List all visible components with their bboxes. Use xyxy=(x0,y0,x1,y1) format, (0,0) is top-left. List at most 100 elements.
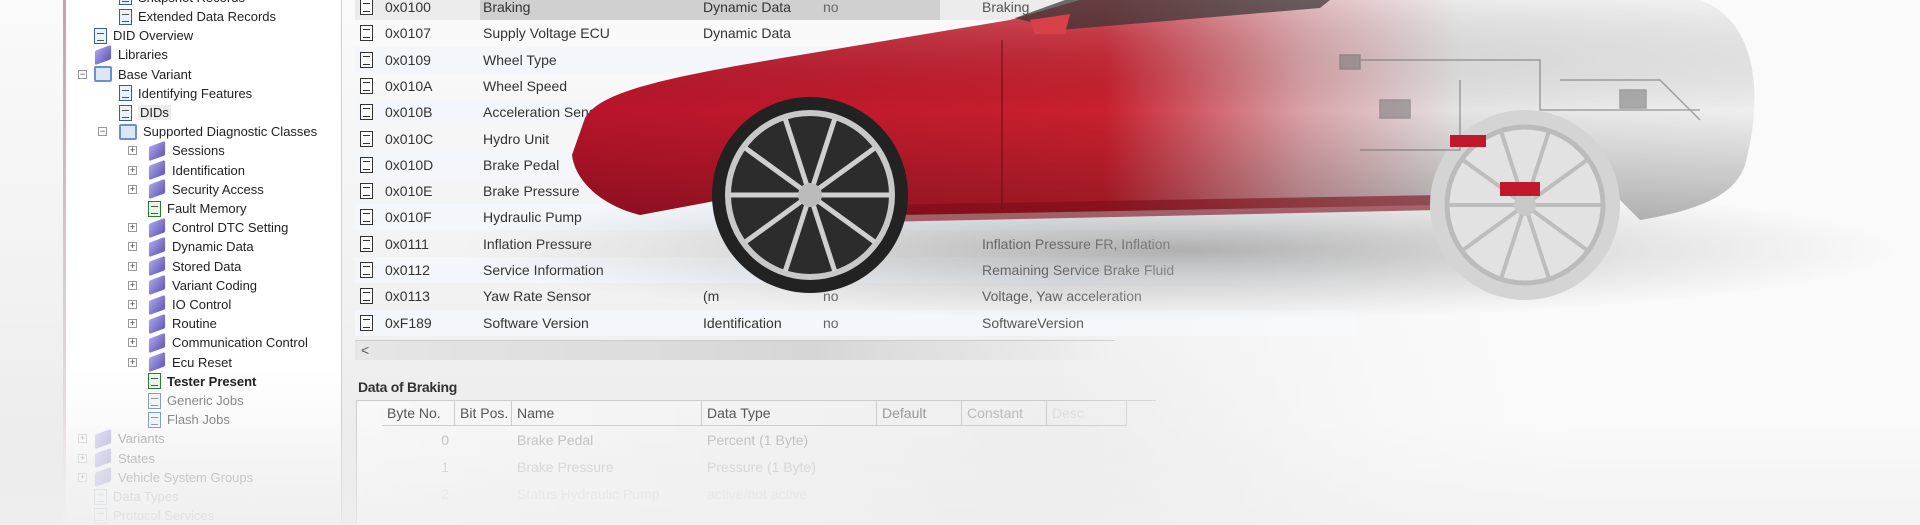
did-flag xyxy=(820,47,940,73)
did-flag xyxy=(820,73,940,99)
did-document-icon xyxy=(360,51,373,68)
expand-icon[interactable]: + xyxy=(128,300,137,309)
book-icon xyxy=(148,179,166,200)
tree-item-label: Generic Jobs xyxy=(167,393,244,408)
tree-item[interactable]: − Supported Diagnostic Classes xyxy=(66,122,342,141)
expand-icon[interactable]: + xyxy=(128,338,137,348)
expand-icon[interactable]: + xyxy=(128,146,137,156)
did-document-icon xyxy=(360,130,373,147)
tree-item-label: Communication Control xyxy=(172,335,308,351)
book-icon xyxy=(148,140,166,162)
tree-item-label: Routine xyxy=(172,316,217,332)
book-icon xyxy=(148,159,166,181)
job-document-icon xyxy=(148,392,161,409)
expand-icon[interactable]: + xyxy=(128,223,137,233)
did-document-icon xyxy=(360,0,373,15)
did-name: Brake Pedal xyxy=(483,156,560,173)
document-icon xyxy=(119,85,132,102)
open-book-icon xyxy=(119,123,137,140)
tree-item[interactable]: + Security Access xyxy=(66,179,342,200)
tree-item[interactable]: DIDs xyxy=(66,103,342,122)
tree-item[interactable]: Tester Present xyxy=(66,372,342,391)
tree-item[interactable]: + Control DTC Setting xyxy=(66,217,342,238)
tree-item-label: Supported Diagnostic Classes xyxy=(143,124,318,140)
tree-item-label: Extended Data Records xyxy=(138,9,277,24)
tree-item[interactable]: + IO Control xyxy=(66,294,342,315)
did-class xyxy=(700,178,820,204)
book-icon xyxy=(148,313,166,334)
green-document-icon xyxy=(148,200,161,217)
expand-icon[interactable]: + xyxy=(128,357,137,367)
expand-icon[interactable]: + xyxy=(128,280,137,290)
open-book-icon xyxy=(94,66,112,83)
tree-item[interactable]: DID Overview xyxy=(66,26,342,45)
detail-title: Data of Braking xyxy=(358,379,457,395)
tree-item[interactable]: + Variant Coding xyxy=(66,275,342,296)
tree-item[interactable]: Identifying Features xyxy=(66,84,342,103)
expand-icon[interactable]: + xyxy=(128,261,137,271)
did-document-icon xyxy=(360,25,373,42)
did-id: 0x0112 xyxy=(385,262,430,278)
horizontal-scrollbar[interactable]: < xyxy=(355,340,1115,360)
did-class xyxy=(700,257,820,283)
tree-item-label: Libraries xyxy=(118,47,168,63)
did-class xyxy=(700,231,820,257)
tree-item[interactable]: + Routine xyxy=(66,313,342,334)
did-document-icon xyxy=(360,288,373,305)
expand-icon[interactable]: + xyxy=(128,242,137,252)
did-class xyxy=(700,73,820,99)
did-document-icon xyxy=(360,262,373,278)
did-class xyxy=(700,47,820,73)
tree-item[interactable]: Fault Memory xyxy=(66,199,342,218)
scroll-left-button[interactable]: < xyxy=(361,342,369,358)
green-document-icon xyxy=(148,373,161,390)
did-document-icon xyxy=(360,156,373,173)
did-name: Acceleration Sensor xyxy=(483,104,609,121)
tree-item[interactable]: Snapshot Records xyxy=(66,0,342,7)
tree-item-label: Dynamic Data xyxy=(172,239,254,255)
document-icon xyxy=(94,27,107,44)
tree-item[interactable]: + Ecu Reset xyxy=(66,351,342,373)
expand-icon[interactable]: + xyxy=(128,319,137,329)
bottom-fade xyxy=(0,420,1920,524)
book-icon xyxy=(148,217,166,238)
did-class: Dynamic Data xyxy=(700,0,820,20)
tree-item-label: Base Variant xyxy=(118,66,192,82)
did-class xyxy=(700,99,820,125)
tree-item-label: Stored Data xyxy=(172,258,242,274)
did-flag: no xyxy=(823,262,839,278)
did-flag xyxy=(820,99,940,125)
book-icon xyxy=(148,255,166,277)
did-name: Inflation Pressure xyxy=(483,235,592,252)
tree-item[interactable]: Generic Jobs xyxy=(66,391,342,410)
collapse-icon[interactable]: − xyxy=(98,127,107,137)
tree-item-label: Tester Present xyxy=(167,373,257,389)
did-name: Brake Pressure xyxy=(483,183,580,200)
tree-item[interactable]: − Base Variant xyxy=(66,65,342,84)
tree-item-label: Control DTC Setting xyxy=(172,220,289,236)
collapse-icon[interactable]: − xyxy=(78,69,87,79)
tree-item-label: Variant Coding xyxy=(172,277,258,293)
did-id: 0x010D xyxy=(385,156,434,173)
did-document-icon xyxy=(360,183,373,200)
did-document-icon xyxy=(360,104,373,121)
document-icon xyxy=(119,104,132,121)
tree-item[interactable]: Libraries xyxy=(66,44,342,66)
did-id: 0x0107 xyxy=(385,25,431,42)
expand-icon[interactable]: + xyxy=(128,184,137,194)
book-icon xyxy=(148,351,166,373)
tree-item[interactable]: + Communication Control xyxy=(66,332,342,354)
did-flag xyxy=(820,231,940,257)
did-id: 0x0111 xyxy=(385,235,429,252)
tree-item[interactable]: + Sessions xyxy=(66,140,342,162)
expand-icon[interactable]: + xyxy=(128,165,137,175)
did-class xyxy=(700,204,820,230)
tree-item[interactable]: + Identification xyxy=(66,159,342,181)
tree-item[interactable]: + Stored Data xyxy=(66,255,342,277)
book-icon xyxy=(148,275,166,296)
document-icon xyxy=(119,0,132,6)
tree-item[interactable]: + Dynamic Data xyxy=(66,236,342,258)
tree-item-label: Fault Memory xyxy=(167,201,247,216)
document-icon xyxy=(119,8,132,25)
tree-item[interactable]: Extended Data Records xyxy=(66,7,342,26)
